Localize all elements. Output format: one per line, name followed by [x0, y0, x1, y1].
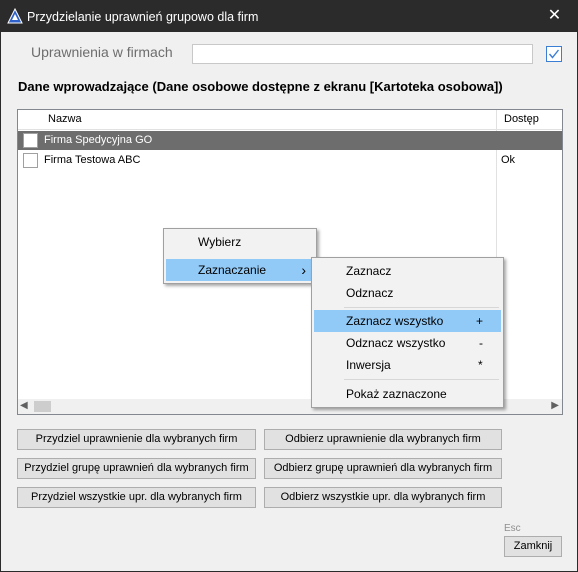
selection-submenu: Zaznacz Odznacz Zaznacz wszystko + Odzna… — [311, 257, 504, 408]
menu-item-zaznacz[interactable]: Zaznacz — [314, 260, 501, 282]
menu-item-shortcut: - — [479, 336, 483, 350]
revoke-selected-button[interactable]: Odbierz uprawnienie dla wybranych firm — [264, 429, 502, 450]
scroll-right-icon[interactable]: ▶ — [551, 400, 559, 411]
menu-item-label: Odznacz — [346, 286, 394, 300]
grant-all-button[interactable]: Przydziel wszystkie upr. dla wybranych f… — [17, 487, 256, 508]
row-name: Firma Spedycyjna GO — [44, 134, 153, 146]
row-checkbox[interactable] — [23, 153, 38, 168]
row-checkbox[interactable] — [23, 133, 38, 148]
submenu-arrow-icon: › — [301, 262, 306, 278]
checkmark-icon — [548, 49, 560, 59]
row-name: Firma Testowa ABC — [44, 154, 141, 166]
menu-item-shortcut: + — [476, 314, 484, 328]
menu-item-wybierz[interactable]: Wybierz — [164, 231, 316, 253]
column-header-access[interactable]: Dostęp — [504, 113, 539, 125]
revoke-all-button[interactable]: Odbierz wszystkie upr. dla wybranych fir… — [264, 487, 502, 508]
table-row[interactable]: Firma Testowa ABC Ok — [18, 151, 562, 170]
menu-item-odznacz[interactable]: Odznacz — [314, 282, 501, 304]
permissions-filter-label: Uprawnienia w firmach — [31, 44, 173, 60]
menu-item-label: Odznacz wszystko — [346, 336, 446, 350]
filter-checkbox[interactable] — [546, 46, 562, 62]
grant-selected-button[interactable]: Przydziel uprawnienie dla wybranych firm — [17, 429, 256, 450]
grant-group-button[interactable]: Przydziel grupę uprawnień dla wybranych … — [17, 458, 256, 479]
close-button[interactable]: Zamknij — [504, 536, 562, 557]
scrollbar-thumb[interactable] — [34, 401, 51, 412]
title-bar: Przydzielanie uprawnień grupowo dla firm… — [1, 1, 577, 32]
menu-item-label: Pokaż zaznaczone — [346, 387, 447, 401]
column-divider — [496, 110, 497, 130]
table-row[interactable]: Firma Spedycyjna GO — [18, 131, 562, 150]
close-icon[interactable]: ✕ — [532, 1, 577, 32]
section-title: Dane wprowadzające (Dane osobowe dostępn… — [18, 79, 503, 94]
menu-item-zaznaczanie[interactable]: Zaznaczanie › — [166, 259, 314, 281]
menu-item-label: Zaznacz — [346, 264, 392, 278]
menu-item-inwersja[interactable]: Inwersja * — [314, 354, 501, 376]
menu-item-label: Zaznacz wszystko — [346, 314, 444, 328]
menu-item-label: Zaznaczanie — [198, 263, 267, 277]
grid-header: Nazwa Dostęp — [18, 110, 562, 130]
menu-separator — [344, 379, 499, 380]
scroll-left-icon[interactable]: ◀ — [20, 400, 28, 411]
menu-item-label: Inwersja — [346, 358, 391, 372]
context-menu: Wybierz Zaznaczanie › — [163, 228, 317, 284]
revoke-group-button[interactable]: Odbierz grupę uprawnień dla wybranych fi… — [264, 458, 502, 479]
app-logo-icon — [7, 7, 23, 24]
menu-item-shortcut: * — [478, 358, 483, 372]
permissions-filter-input[interactable] — [192, 44, 533, 64]
menu-item-odznacz-wszystko[interactable]: Odznacz wszystko - — [314, 332, 501, 354]
column-header-name[interactable]: Nazwa — [48, 113, 82, 125]
close-shortcut-label: Esc — [504, 523, 521, 534]
row-access: Ok — [501, 154, 516, 166]
window-title: Przydzielanie uprawnień grupowo dla firm — [27, 10, 259, 24]
menu-item-pokaz-zaznaczone[interactable]: Pokaż zaznaczone — [314, 383, 501, 405]
menu-item-zaznacz-wszystko[interactable]: Zaznacz wszystko + — [314, 310, 501, 332]
menu-separator — [344, 307, 499, 308]
